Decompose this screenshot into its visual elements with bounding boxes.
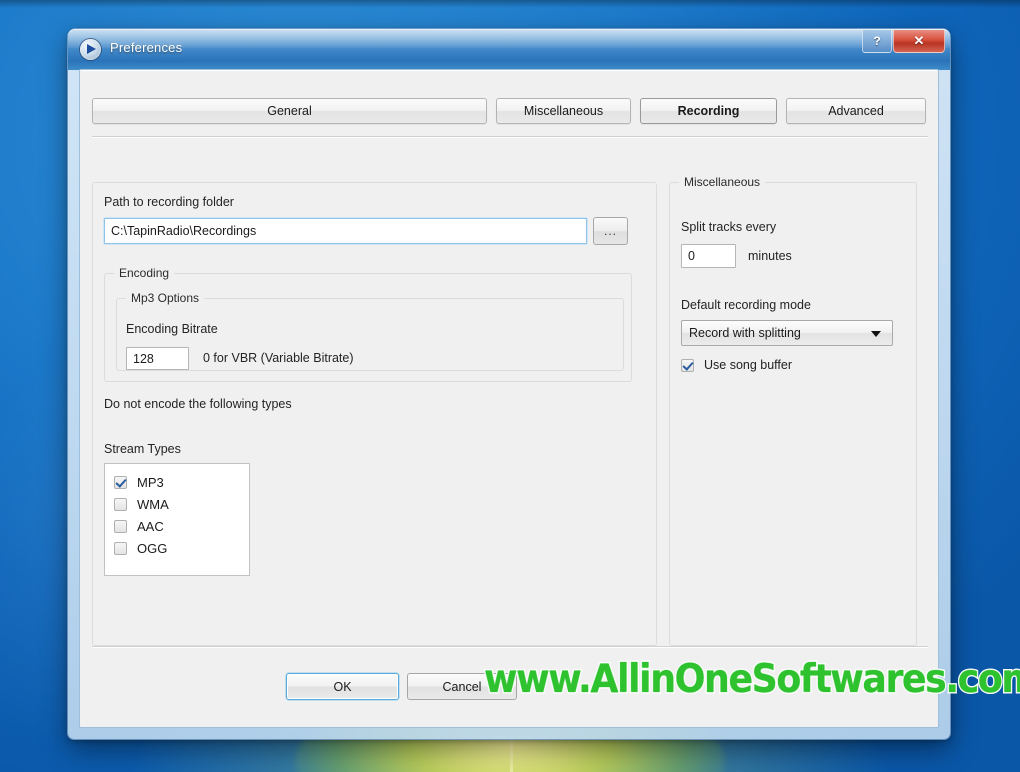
divider-bottom [92, 646, 928, 647]
miscellaneous-group-title: Miscellaneous [679, 175, 766, 189]
stream-type-label: AAC [137, 518, 164, 534]
ok-button[interactable]: OK [286, 673, 399, 700]
use-song-buffer-label: Use song buffer [704, 358, 793, 372]
checkbox-use-song-buffer-icon[interactable] [681, 358, 694, 372]
minutes-unit-label: minutes [748, 249, 792, 263]
browse-folder-button[interactable]: ... [593, 217, 628, 245]
do-not-encode-label: Do not encode the following types [104, 397, 292, 411]
stream-type-label: MP3 [137, 474, 164, 490]
window-controls: ? ✕ [862, 30, 945, 53]
stream-types-listbox[interactable]: MP3 WMA AAC OGG [104, 463, 250, 576]
cancel-button[interactable]: Cancel [407, 673, 517, 700]
dialog-client-area: General Miscellaneous Recording Advanced… [79, 69, 939, 728]
split-tracks-label: Split tracks every [681, 220, 777, 234]
titlebar-gloss [68, 29, 950, 48]
desktop-top-shade [0, 0, 1020, 8]
list-item[interactable]: MP3 [105, 471, 249, 493]
tab-advanced[interactable]: Advanced [786, 98, 926, 124]
mp3-options-title: Mp3 Options [126, 291, 205, 305]
split-minutes-input[interactable]: 0 [681, 244, 736, 268]
list-item[interactable]: AAC [105, 515, 249, 537]
preferences-window: Preferences ? ✕ General Miscellaneous Re… [68, 29, 950, 739]
bitrate-label: Encoding Bitrate [126, 322, 218, 336]
close-button[interactable]: ✕ [893, 30, 945, 53]
window-title: Preferences [110, 40, 183, 55]
bitrate-hint: 0 for VBR (Variable Bitrate) [203, 351, 354, 365]
tab-recording[interactable]: Recording [640, 98, 777, 124]
default-recording-mode-label: Default recording mode [681, 298, 811, 312]
use-song-buffer-row[interactable]: Use song buffer [681, 358, 792, 372]
window-titlebar: Preferences ? ✕ [68, 29, 950, 70]
checkbox-aac-icon[interactable] [114, 519, 127, 533]
play-circle-icon [80, 39, 101, 60]
recording-mode-dropdown[interactable]: Record with splitting [681, 320, 893, 346]
left-panel-group [92, 182, 657, 646]
encoding-group-title: Encoding [114, 266, 175, 280]
help-button[interactable]: ? [862, 30, 892, 53]
path-label: Path to recording folder [104, 195, 234, 209]
bitrate-input[interactable]: 128 [126, 347, 189, 370]
tab-miscellaneous[interactable]: Miscellaneous [496, 98, 631, 124]
list-item[interactable]: WMA [105, 493, 249, 515]
chevron-down-icon [871, 331, 881, 337]
checkbox-wma-icon[interactable] [114, 497, 127, 511]
stream-type-label: OGG [137, 540, 168, 556]
stream-type-label: WMA [137, 496, 169, 512]
checkbox-ogg-icon[interactable] [114, 541, 127, 555]
recording-mode-value: Record with splitting [689, 326, 801, 340]
stream-types-label: Stream Types [104, 442, 181, 456]
checkbox-mp3-icon[interactable] [114, 475, 127, 489]
tab-general[interactable]: General [92, 98, 487, 124]
tab-strip: General Miscellaneous Recording Advanced [92, 98, 930, 124]
divider-top [92, 136, 928, 137]
recording-path-input[interactable]: C:\TapinRadio\Recordings [104, 218, 587, 244]
list-item[interactable]: OGG [105, 537, 249, 559]
